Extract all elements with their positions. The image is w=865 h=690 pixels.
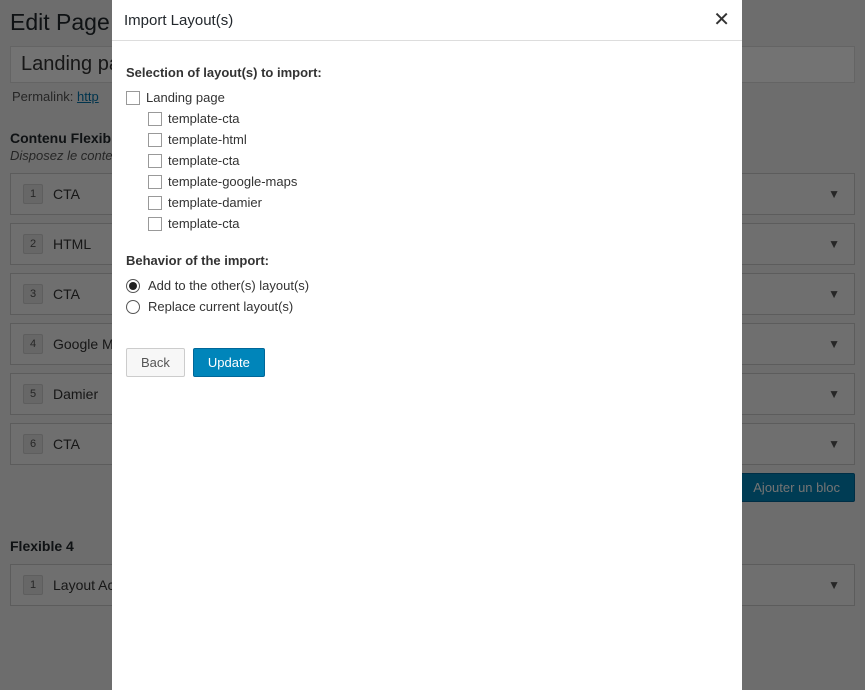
import-checkbox-row[interactable]: template-google-maps (148, 174, 728, 189)
checkbox-label: Landing page (146, 90, 225, 105)
checkbox[interactable] (148, 154, 162, 168)
radio-label: Add to the other(s) layout(s) (148, 278, 309, 293)
behavior-radio-row[interactable]: Add to the other(s) layout(s) (126, 278, 728, 293)
checkbox-label: template-google-maps (168, 174, 297, 189)
behavior-label: Behavior of the import: (126, 253, 728, 268)
import-checkbox-row[interactable]: template-cta (148, 153, 728, 168)
import-checkbox-row[interactable]: template-cta (148, 216, 728, 231)
checkbox[interactable] (126, 91, 140, 105)
modal-title: Import Layout(s) (124, 12, 233, 29)
import-checkbox-row[interactable]: Landing page (126, 90, 728, 105)
checkbox[interactable] (148, 175, 162, 189)
checkbox[interactable] (148, 196, 162, 210)
checkbox[interactable] (148, 133, 162, 147)
checkbox-label: template-html (168, 132, 247, 147)
back-button[interactable]: Back (126, 348, 185, 377)
import-checkbox-row[interactable]: template-damier (148, 195, 728, 210)
selection-label: Selection of layout(s) to import: (126, 65, 728, 80)
update-button[interactable]: Update (193, 348, 265, 377)
checkbox-label: template-damier (168, 195, 262, 210)
import-checkbox-row[interactable]: template-html (148, 132, 728, 147)
checkbox-label: template-cta (168, 111, 240, 126)
checkbox-label: template-cta (168, 216, 240, 231)
radio-label: Replace current layout(s) (148, 299, 293, 314)
import-layouts-modal: Import Layout(s) ✕ Selection of layout(s… (112, 0, 742, 690)
checkbox[interactable] (148, 112, 162, 126)
checkbox[interactable] (148, 217, 162, 231)
behavior-radio-row[interactable]: Replace current layout(s) (126, 299, 728, 314)
close-icon[interactable]: ✕ (713, 10, 730, 30)
checkbox-label: template-cta (168, 153, 240, 168)
radio[interactable] (126, 279, 140, 293)
radio[interactable] (126, 300, 140, 314)
import-checkbox-row[interactable]: template-cta (148, 111, 728, 126)
